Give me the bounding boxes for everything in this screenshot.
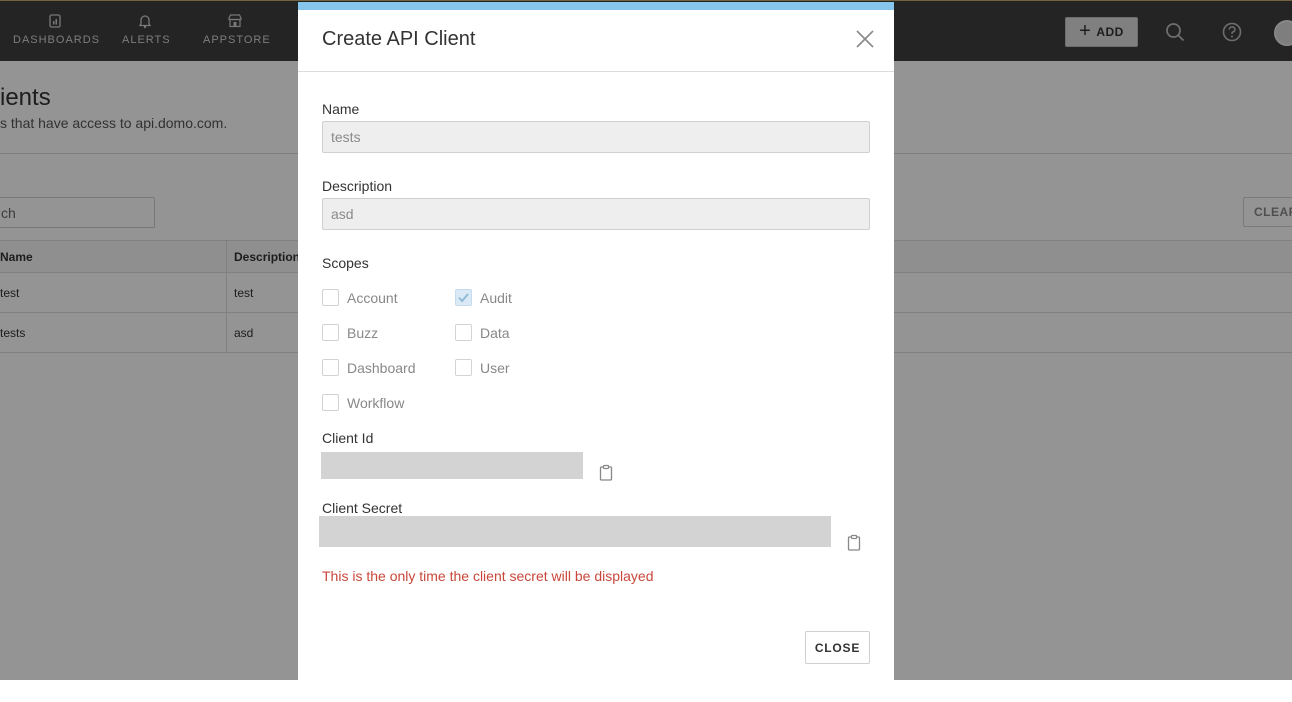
scope-workflow[interactable]: Workflow xyxy=(322,394,404,411)
scope-label: Buzz xyxy=(347,324,379,341)
clipboard-icon[interactable] xyxy=(597,464,615,482)
checkbox[interactable] xyxy=(455,324,472,341)
checkbox[interactable] xyxy=(322,359,339,376)
secret-warning-text: This is the only time the client secret … xyxy=(322,568,654,584)
name-label: Name xyxy=(322,101,360,117)
client-id-value[interactable] xyxy=(321,452,583,479)
close-icon[interactable] xyxy=(854,28,876,50)
client-secret-label: Client Secret xyxy=(322,500,403,516)
scope-user[interactable]: User xyxy=(455,359,510,376)
modal-title: Create API Client xyxy=(322,28,476,50)
checkbox[interactable] xyxy=(322,394,339,411)
checkbox[interactable] xyxy=(322,289,339,306)
checkbox[interactable] xyxy=(455,359,472,376)
checkbox[interactable] xyxy=(322,324,339,341)
scope-dashboard[interactable]: Dashboard xyxy=(322,359,416,376)
scopes-label: Scopes xyxy=(322,255,369,271)
scope-label: Account xyxy=(347,289,398,306)
description-field[interactable] xyxy=(322,198,870,230)
close-button[interactable]: CLOSE xyxy=(805,631,870,664)
description-label: Description xyxy=(322,178,393,194)
checkmark-icon xyxy=(458,293,469,303)
scope-label: Audit xyxy=(480,289,512,306)
scope-audit[interactable]: Audit xyxy=(455,289,512,306)
scope-buzz[interactable]: Buzz xyxy=(322,324,378,341)
clipboard-icon[interactable] xyxy=(845,534,863,552)
name-field[interactable] xyxy=(322,121,870,153)
scope-data[interactable]: Data xyxy=(455,324,510,341)
modal-header: Create API Client xyxy=(298,10,894,72)
client-secret-value[interactable] xyxy=(319,516,831,547)
scope-label: Dashboard xyxy=(347,359,416,376)
scope-account[interactable]: Account xyxy=(322,289,398,306)
client-id-label: Client Id xyxy=(322,430,374,446)
scope-label: Workflow xyxy=(347,394,405,411)
checkbox[interactable] xyxy=(455,289,472,306)
create-api-client-dialog: Create API Client Name Description Scope… xyxy=(298,2,894,702)
scope-label: Data xyxy=(480,324,510,341)
scope-label: User xyxy=(480,359,510,376)
